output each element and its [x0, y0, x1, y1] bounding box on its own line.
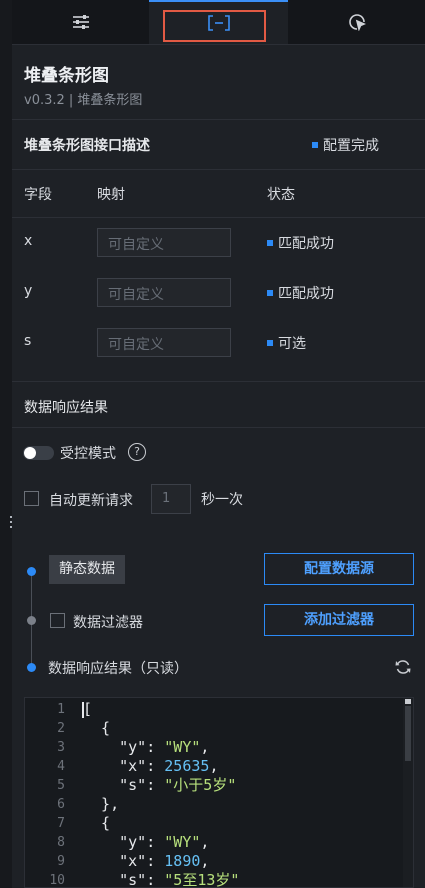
auto-update-label: 自动更新请求: [49, 493, 133, 509]
mapping-input-y[interactable]: 可自定义: [97, 278, 231, 307]
field-row-y: y 可自定义 匹配成功: [12, 268, 425, 318]
line-number: 1: [57, 702, 65, 717]
scrollbar-cap: [405, 699, 411, 704]
code-line: "s": "小于5岁": [119, 776, 237, 794]
tab-data[interactable]: [149, 0, 288, 44]
code-line: "x": 1890,: [119, 852, 210, 870]
interval-unit: 秒一次: [201, 492, 243, 508]
code-line: {: [83, 814, 111, 832]
line-number: 5: [57, 778, 65, 793]
add-filter-button[interactable]: 添加过滤器: [264, 604, 414, 636]
line-number: 3: [57, 740, 65, 755]
tab-interaction[interactable]: [288, 0, 425, 44]
json-value: 25635: [164, 757, 210, 775]
config-panel: 堆叠条形图 v0.3.2 | 堆叠条形图 堆叠条形图接口描述 配置完成 字段 映…: [12, 0, 425, 888]
help-icon[interactable]: ?: [128, 443, 146, 461]
field-status-text: 匹配成功: [278, 236, 334, 252]
line-number: 4: [57, 759, 65, 774]
json-value: "WY": [164, 738, 201, 756]
field-row-s: s 可自定义 可选: [12, 318, 425, 368]
col-status: 状态: [267, 187, 295, 203]
json-value: "5至13岁": [164, 871, 240, 888]
controlled-mode-label: 受控模式: [60, 446, 116, 462]
line-number: 2: [57, 721, 65, 736]
code-line: "y": "WY",: [119, 738, 210, 756]
field-status: 匹配成功: [267, 283, 334, 303]
code-line: {: [83, 719, 111, 737]
field-row-x: x 可自定义 匹配成功: [12, 218, 425, 268]
line-number: 9: [57, 854, 65, 869]
col-field: 字段: [24, 187, 52, 203]
json-key: "y": [119, 738, 147, 756]
pipeline-dot-result: [27, 663, 36, 672]
component-version: v0.3.2 | 堆叠条形图: [24, 93, 143, 108]
json-key: "s": [119, 871, 147, 888]
pipeline-dot-static: [27, 567, 36, 576]
sliders-icon: [72, 15, 89, 29]
line-number: 8: [57, 835, 65, 850]
field-status: 可选: [267, 333, 306, 353]
code-line: },: [83, 795, 120, 813]
field-name: s: [24, 333, 32, 349]
json-code-editor[interactable]: 1 2 3 4 5 6 7 8 9 10 [ { "y": "WY", "x": 25635, "…: [24, 697, 414, 888]
json-key: "s": [119, 776, 147, 794]
json-value: "小于5岁": [164, 776, 237, 794]
code-line: "y": "WY",: [119, 833, 210, 851]
toggle-knob: [24, 447, 36, 459]
field-status: 匹配成功: [267, 233, 334, 253]
json-key: "y": [119, 833, 147, 851]
response-result-label: 数据响应结果（只读）: [48, 661, 188, 677]
json-key: "x": [119, 852, 147, 870]
line-number: 7: [57, 816, 65, 831]
line-number: 6: [57, 797, 65, 812]
mapping-input-x[interactable]: 可自定义: [97, 228, 231, 257]
mapping-input-s[interactable]: 可自定义: [97, 328, 231, 357]
data-filter-label: 数据过滤器: [73, 615, 143, 631]
config-status: 配置完成: [312, 135, 379, 155]
field-table-header: 字段 映射 状态: [12, 169, 425, 218]
component-title: 堆叠条形图: [24, 66, 109, 86]
code-line: "s": "5至13岁": [119, 871, 240, 888]
line-number-gutter: 1 2 3 4 5 6 7 8 9 10: [25, 698, 71, 887]
divider: [12, 381, 425, 382]
tab-highlight-box: [163, 10, 266, 42]
controlled-mode-toggle[interactable]: [23, 446, 54, 460]
status-square-icon: [267, 240, 273, 246]
col-mapping: 映射: [97, 187, 125, 203]
json-value: "WY": [164, 833, 201, 851]
field-name: y: [24, 283, 33, 299]
field-name: x: [24, 233, 33, 249]
scrollbar-thumb[interactable]: [405, 706, 411, 761]
auto-update-checkbox[interactable]: [24, 491, 39, 506]
code-content: [ { "y": "WY", "x": 25635, "s": "小于5岁" }…: [83, 698, 403, 887]
status-square-icon: [312, 142, 318, 148]
status-square-icon: [267, 340, 273, 346]
field-status-text: 匹配成功: [278, 286, 334, 302]
cursor-click-icon: [348, 14, 366, 31]
pipeline-dot-filter: [27, 616, 36, 625]
status-square-icon: [267, 290, 273, 296]
config-status-text: 配置完成: [323, 138, 379, 154]
refresh-icon[interactable]: [395, 659, 411, 675]
interface-title: 堆叠条形图接口描述: [24, 138, 150, 154]
static-data-tag[interactable]: 静态数据: [49, 555, 125, 584]
panel-tabs: [12, 0, 425, 45]
response-header: 数据响应结果: [24, 400, 108, 416]
interface-header: 堆叠条形图接口描述 配置完成: [12, 119, 425, 170]
interval-input[interactable]: 1: [151, 484, 191, 514]
divider: [12, 427, 425, 428]
field-status-text: 可选: [278, 336, 306, 352]
config-data-source-button[interactable]: 配置数据源: [264, 553, 414, 585]
tab-settings[interactable]: [12, 0, 149, 44]
component-header: 堆叠条形图 v0.3.2 | 堆叠条形图: [12, 44, 425, 120]
editor-scrollbar[interactable]: [403, 698, 413, 887]
json-value: 1890: [164, 852, 201, 870]
data-filter-checkbox[interactable]: [50, 613, 65, 628]
code-line: "x": 25635,: [119, 757, 219, 775]
code-line: [: [83, 700, 93, 718]
line-number: 10: [49, 873, 65, 888]
json-key: "x": [119, 757, 147, 775]
